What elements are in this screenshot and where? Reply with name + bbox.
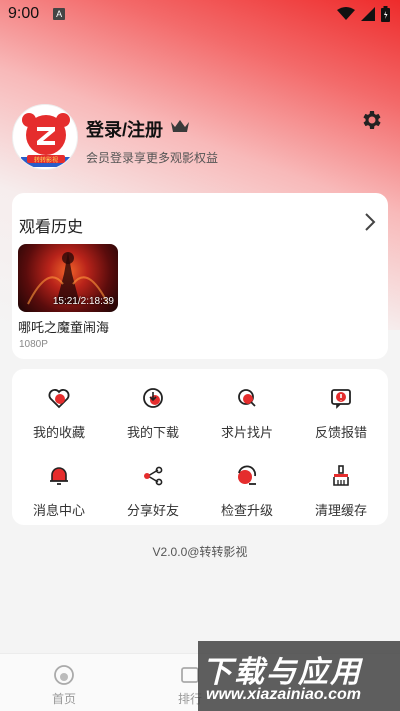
downloads-label: 我的下载 <box>126 425 179 440</box>
bell-icon <box>50 467 68 485</box>
history-item-progress: 15:21/2:18:39 <box>52 296 114 307</box>
status-icons <box>337 6 390 22</box>
feedback-icon <box>331 389 351 409</box>
avatar-badge: 转转影视 <box>34 156 58 164</box>
gear-icon[interactable] <box>360 108 384 132</box>
nav-home[interactable]: 首页 <box>52 664 76 707</box>
download-icon <box>143 388 163 408</box>
member-hint: 会员登录享更多观影权益 <box>86 151 219 165</box>
version-text: V2.0.0@转转影视 <box>152 545 248 559</box>
message-center-label: 消息中心 <box>32 503 85 518</box>
notification-icon: A <box>53 8 66 20</box>
profile-header: 转转影视 登录/注册 会员登录享更多观影权益 <box>12 104 388 174</box>
status-time: 9:00 <box>8 5 40 22</box>
watch-history-card: 观看历史 15:21/2:18:39 哪吒之魔童闹海 1080P <box>12 193 388 359</box>
status-bar: 9:00 A <box>0 0 400 28</box>
home-icon <box>54 665 74 685</box>
feedback-button[interactable]: 反馈报错 <box>294 369 388 447</box>
share-button[interactable]: 分享好友 <box>106 447 200 525</box>
chevron-right-icon[interactable] <box>364 212 376 232</box>
login-register-link[interactable]: 登录/注册 <box>86 116 163 142</box>
favorites-label: 我的收藏 <box>32 425 85 440</box>
upgrade-icon <box>238 465 256 485</box>
feature-grid-card: 我的收藏 我的下载 求片找片 反馈报错 消息中心 分享好友 检查升级 清理缓存 <box>12 369 388 525</box>
check-update-label: 检查升级 <box>220 503 273 518</box>
clear-cache-button[interactable]: 清理缓存 <box>294 447 388 525</box>
heart-icon <box>48 389 70 409</box>
watch-history-title: 观看历史 <box>19 219 84 236</box>
history-item-thumbnail[interactable]: 15:21/2:18:39 <box>18 244 118 312</box>
check-update-button[interactable]: 检查升级 <box>200 447 294 525</box>
clear-cache-label: 清理缓存 <box>314 503 367 518</box>
feedback-label: 反馈报错 <box>314 425 367 440</box>
crown-icon <box>171 120 189 132</box>
clean-icon <box>333 465 349 486</box>
watermark-url: www.xiazainiao.com <box>206 686 362 703</box>
app-logo-icon: 转转影视 <box>21 113 71 167</box>
share-icon <box>144 466 163 486</box>
search-film-icon <box>238 389 256 407</box>
avatar[interactable]: 转转影视 <box>12 104 78 170</box>
wifi-icon <box>337 7 355 20</box>
downloads-button[interactable]: 我的下载 <box>106 369 200 447</box>
share-label: 分享好友 <box>126 503 179 518</box>
history-item-title[interactable]: 哪吒之魔童闹海 <box>18 317 109 336</box>
history-item-quality: 1080P <box>19 339 48 350</box>
battery-icon <box>381 6 390 22</box>
request-film-label: 求片找片 <box>220 425 273 440</box>
watermark-text: 下载与应用 <box>202 656 362 689</box>
message-center-button[interactable]: 消息中心 <box>12 447 106 525</box>
signal-icon <box>361 7 375 21</box>
watermark: 下载与应用 www.xiazainiao.com <box>198 641 400 711</box>
favorites-button[interactable]: 我的收藏 <box>12 369 106 447</box>
nav-home-label: 首页 <box>52 692 77 706</box>
request-film-button[interactable]: 求片找片 <box>200 369 294 447</box>
